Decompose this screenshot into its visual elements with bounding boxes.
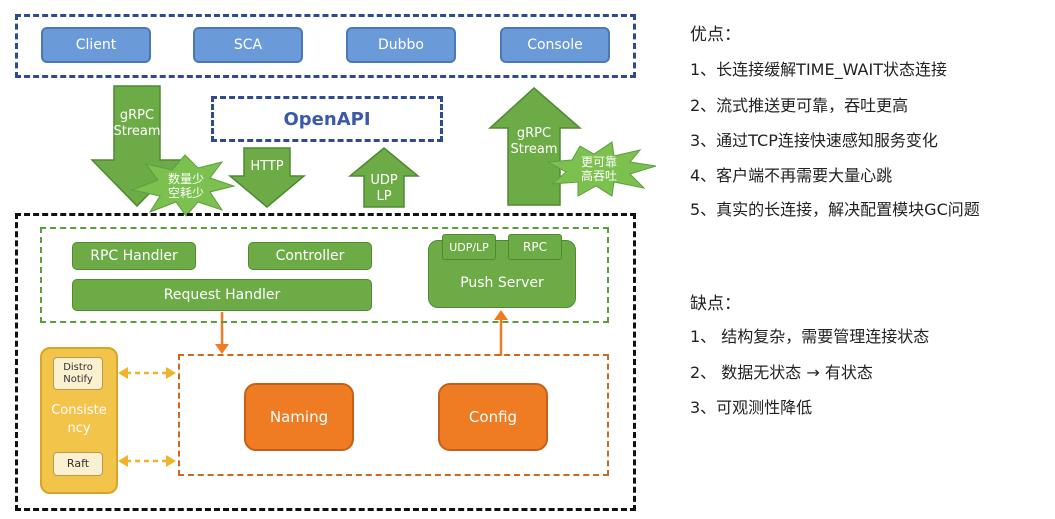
request-handler-box: Request Handler <box>72 279 372 311</box>
grpc-stream-right-label: gRPC Stream <box>510 126 558 157</box>
pros-item-4: 4、客户端不再需要大量心跳 <box>690 166 893 185</box>
dubbo-box: Dubbo <box>346 27 456 63</box>
rpc-tab: RPC <box>508 234 562 260</box>
client-box: Client <box>41 27 151 63</box>
pros-item-1: 1、长连接缓解TIME_WAIT状态连接 <box>690 60 947 79</box>
udp-lp-label: UDP LP <box>370 173 398 204</box>
consistency-label: Consiste ncy <box>51 403 107 436</box>
grpc-stream-left-label: gRPC Stream <box>113 108 161 139</box>
openapi-box: OpenAPI <box>211 96 443 142</box>
sca-box: SCA <box>193 27 303 63</box>
right-burst-label: 更可靠 高吞吐 <box>580 155 617 183</box>
naming-box: Naming <box>244 383 354 451</box>
pros-item-2: 2、流式推送更可靠，吞吐更高 <box>690 96 909 115</box>
cons-item-3: 3、可观测性降低 <box>690 398 813 417</box>
left-burst-label: 数量少 空耗少 <box>167 172 204 200</box>
pros-title: 优点： <box>690 25 741 45</box>
http-down-arrow <box>227 147 307 208</box>
controller-box: Controller <box>248 242 372 270</box>
http-label: HTTP <box>250 159 284 174</box>
rpc-handler-box: RPC Handler <box>72 242 196 270</box>
cons-item-2: 2、 数据无状态 → 有状态 <box>690 363 873 382</box>
cons-title: 缺点： <box>690 294 741 314</box>
pros-item-3: 3、通过TCP连接快速感知服务变化 <box>690 131 938 150</box>
pros-item-5: 5、真实的长连接，解决配置模块GC问题 <box>690 200 980 219</box>
console-box: Console <box>500 27 610 63</box>
raft-box: Raft <box>53 452 103 476</box>
cons-item-1: 1、 结构复杂，需要管理连接状态 <box>690 327 930 346</box>
udp-lp-tab: UDP/LP <box>442 234 496 260</box>
config-box: Config <box>438 383 548 451</box>
distro-notify-box: Distro Notify <box>53 357 103 390</box>
